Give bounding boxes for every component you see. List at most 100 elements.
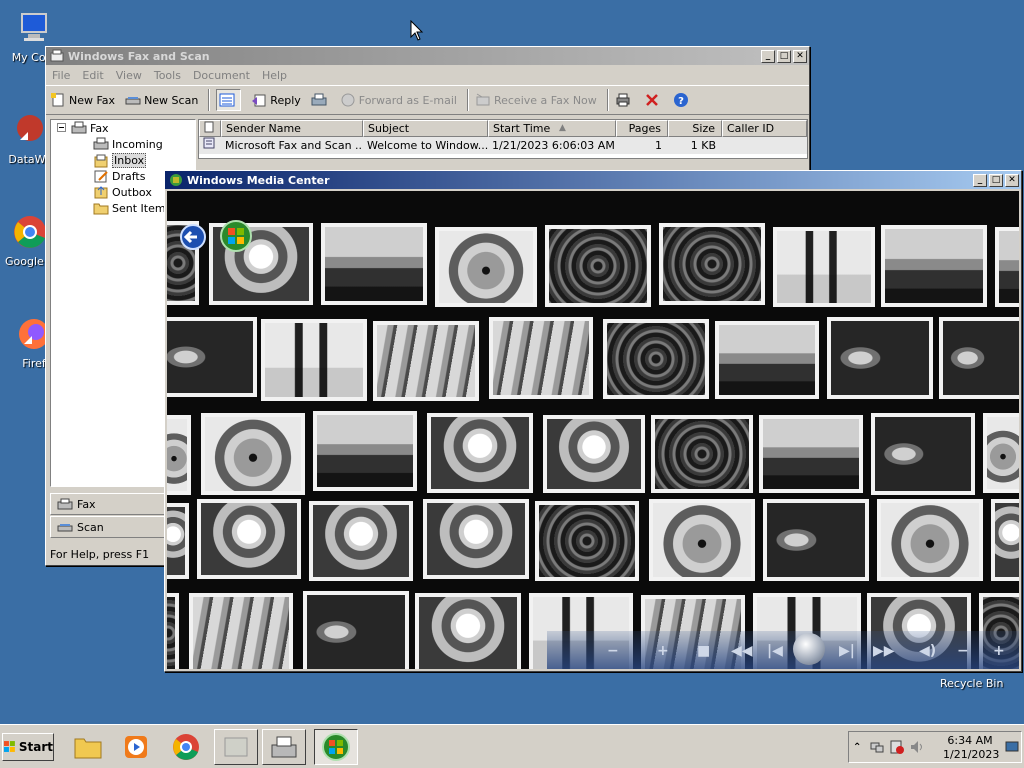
photo-thumbnail[interactable] <box>763 499 869 581</box>
help-button[interactable]: ? <box>673 92 692 108</box>
photo-thumbnail[interactable] <box>651 415 753 493</box>
photo-thumbnail[interactable] <box>535 501 639 581</box>
photo-thumbnail[interactable] <box>423 499 529 579</box>
photo-thumbnail[interactable] <box>313 411 417 491</box>
photo-thumbnail[interactable] <box>995 227 1019 307</box>
tree-item-fax[interactable]: Fax <box>71 121 109 135</box>
photo-thumbnail[interactable] <box>261 319 367 401</box>
receive-fax-button[interactable]: Receive a Fax Now <box>475 92 597 108</box>
menu-document[interactable]: Document <box>193 69 250 82</box>
volume-up-icon[interactable]: + <box>993 643 1005 659</box>
photo-thumbnail[interactable] <box>991 499 1019 581</box>
column-sender-name[interactable]: Sender Name <box>221 120 363 137</box>
forward-fax-button[interactable] <box>311 92 330 108</box>
column-pages[interactable]: Pages <box>616 120 668 137</box>
menu-help[interactable]: Help <box>262 69 287 82</box>
zoom-in-icon[interactable]: + <box>657 643 669 659</box>
photo-thumbnail[interactable] <box>201 413 305 495</box>
maximize-button[interactable]: □ <box>777 49 791 63</box>
photo-thumbnail[interactable] <box>659 223 765 305</box>
minimize-button[interactable]: _ <box>761 49 775 63</box>
start-button[interactable]: Start <box>2 733 54 761</box>
rewind-icon[interactable]: ◀◀ <box>731 643 753 659</box>
maximize-button[interactable]: □ <box>989 173 1003 187</box>
recycle-bin-label[interactable]: Recycle Bin <box>940 677 1003 690</box>
photo-thumbnail[interactable] <box>545 225 651 307</box>
photo-thumbnail[interactable] <box>649 499 755 581</box>
photo-thumbnail[interactable] <box>871 413 975 495</box>
action-center-icon[interactable] <box>889 739 905 755</box>
tree-expander[interactable] <box>57 123 66 132</box>
view-toggle-button[interactable] <box>216 89 242 111</box>
tree-item-drafts[interactable]: Drafts <box>93 169 145 183</box>
menu-edit[interactable]: Edit <box>82 69 103 82</box>
show-desktop-icon[interactable] <box>1005 740 1019 754</box>
reply-button[interactable]: Reply <box>251 92 301 108</box>
windows-logo-icon[interactable] <box>219 219 253 253</box>
photo-thumbnail[interactable] <box>827 317 933 399</box>
photo-thumbnail[interactable] <box>489 317 593 399</box>
zoom-out-icon[interactable]: − <box>607 643 619 659</box>
column-subject[interactable]: Subject <box>363 120 488 137</box>
taskbar-fax-and-scan[interactable] <box>262 729 306 765</box>
photo-thumbnail[interactable] <box>167 415 191 495</box>
stop-icon[interactable]: ■ <box>697 643 710 659</box>
media-center-titlebar[interactable]: Windows Media Center _ □ ✕ <box>165 171 1021 189</box>
taskbar-explorer[interactable] <box>66 729 110 765</box>
delete-button[interactable] <box>644 92 663 108</box>
photo-thumbnail[interactable] <box>603 319 709 399</box>
photo-thumbnail[interactable] <box>303 591 409 669</box>
network-icon[interactable] <box>869 739 885 755</box>
new-fax-button[interactable]: New Fax <box>50 92 115 108</box>
close-button[interactable]: ✕ <box>793 49 807 63</box>
taskbar-media-center[interactable] <box>314 729 358 765</box>
menu-file[interactable]: File <box>52 69 70 82</box>
tree-item-inbox[interactable]: Inbox <box>93 153 147 168</box>
photo-thumbnail[interactable] <box>435 227 537 307</box>
play-button[interactable] <box>793 633 825 665</box>
column-icon[interactable] <box>199 120 221 137</box>
tree-item-outbox[interactable]: Outbox <box>93 185 152 199</box>
photo-thumbnail[interactable] <box>543 415 645 493</box>
close-button[interactable]: ✕ <box>1005 173 1019 187</box>
column-size[interactable]: Size <box>668 120 722 137</box>
volume-icon[interactable]: ◀) <box>919 643 936 659</box>
back-arrow-icon[interactable] <box>179 223 207 251</box>
column-caller-id[interactable]: Caller ID <box>722 120 807 137</box>
photo-thumbnail[interactable] <box>167 503 189 579</box>
photo-thumbnail[interactable] <box>197 499 301 579</box>
next-icon[interactable]: ▶| <box>839 643 855 659</box>
menu-tools[interactable]: Tools <box>154 69 181 82</box>
fax-window-titlebar[interactable]: Windows Fax and Scan _ □ ✕ <box>46 47 809 65</box>
table-row[interactable]: Microsoft Fax and Scan ... Welcome to Wi… <box>199 137 807 154</box>
photo-thumbnail[interactable] <box>321 223 427 305</box>
photo-thumbnail[interactable] <box>983 413 1019 493</box>
previous-icon[interactable]: |◀ <box>767 643 783 659</box>
photo-thumbnail[interactable] <box>715 321 819 399</box>
photo-thumbnail[interactable] <box>167 593 179 669</box>
photo-thumbnail[interactable] <box>415 593 521 669</box>
photo-thumbnail[interactable] <box>877 499 983 581</box>
photo-thumbnail[interactable] <box>773 227 875 307</box>
taskbar-blank-window[interactable] <box>214 729 258 765</box>
tree-item-sent-items[interactable]: Sent Items <box>93 201 171 215</box>
menu-view[interactable]: View <box>116 69 142 82</box>
photo-thumbnail[interactable] <box>309 501 413 581</box>
photo-thumbnail[interactable] <box>427 413 533 493</box>
column-start-time[interactable]: Start Time ▲ <box>488 120 616 137</box>
forward-as-email-button[interactable]: Forward as E-mail <box>340 92 457 108</box>
minimize-button[interactable]: _ <box>973 173 987 187</box>
photo-thumbnail[interactable] <box>759 415 863 493</box>
print-button[interactable] <box>615 92 634 108</box>
volume-icon[interactable] <box>909 739 925 755</box>
photo-thumbnail[interactable] <box>939 317 1019 399</box>
taskbar-media-player[interactable] <box>114 729 158 765</box>
photo-thumbnail[interactable] <box>881 225 987 307</box>
taskbar-chrome[interactable] <box>164 729 208 765</box>
photo-thumbnail[interactable] <box>189 593 293 669</box>
fast-forward-icon[interactable]: ▶▶ <box>873 643 895 659</box>
new-scan-button[interactable]: New Scan <box>125 92 198 108</box>
clock[interactable]: 6:34 AM 1/21/2023 <box>943 734 999 762</box>
volume-down-icon[interactable]: − <box>957 643 969 659</box>
tree-item-incoming[interactable]: Incoming <box>93 137 163 151</box>
